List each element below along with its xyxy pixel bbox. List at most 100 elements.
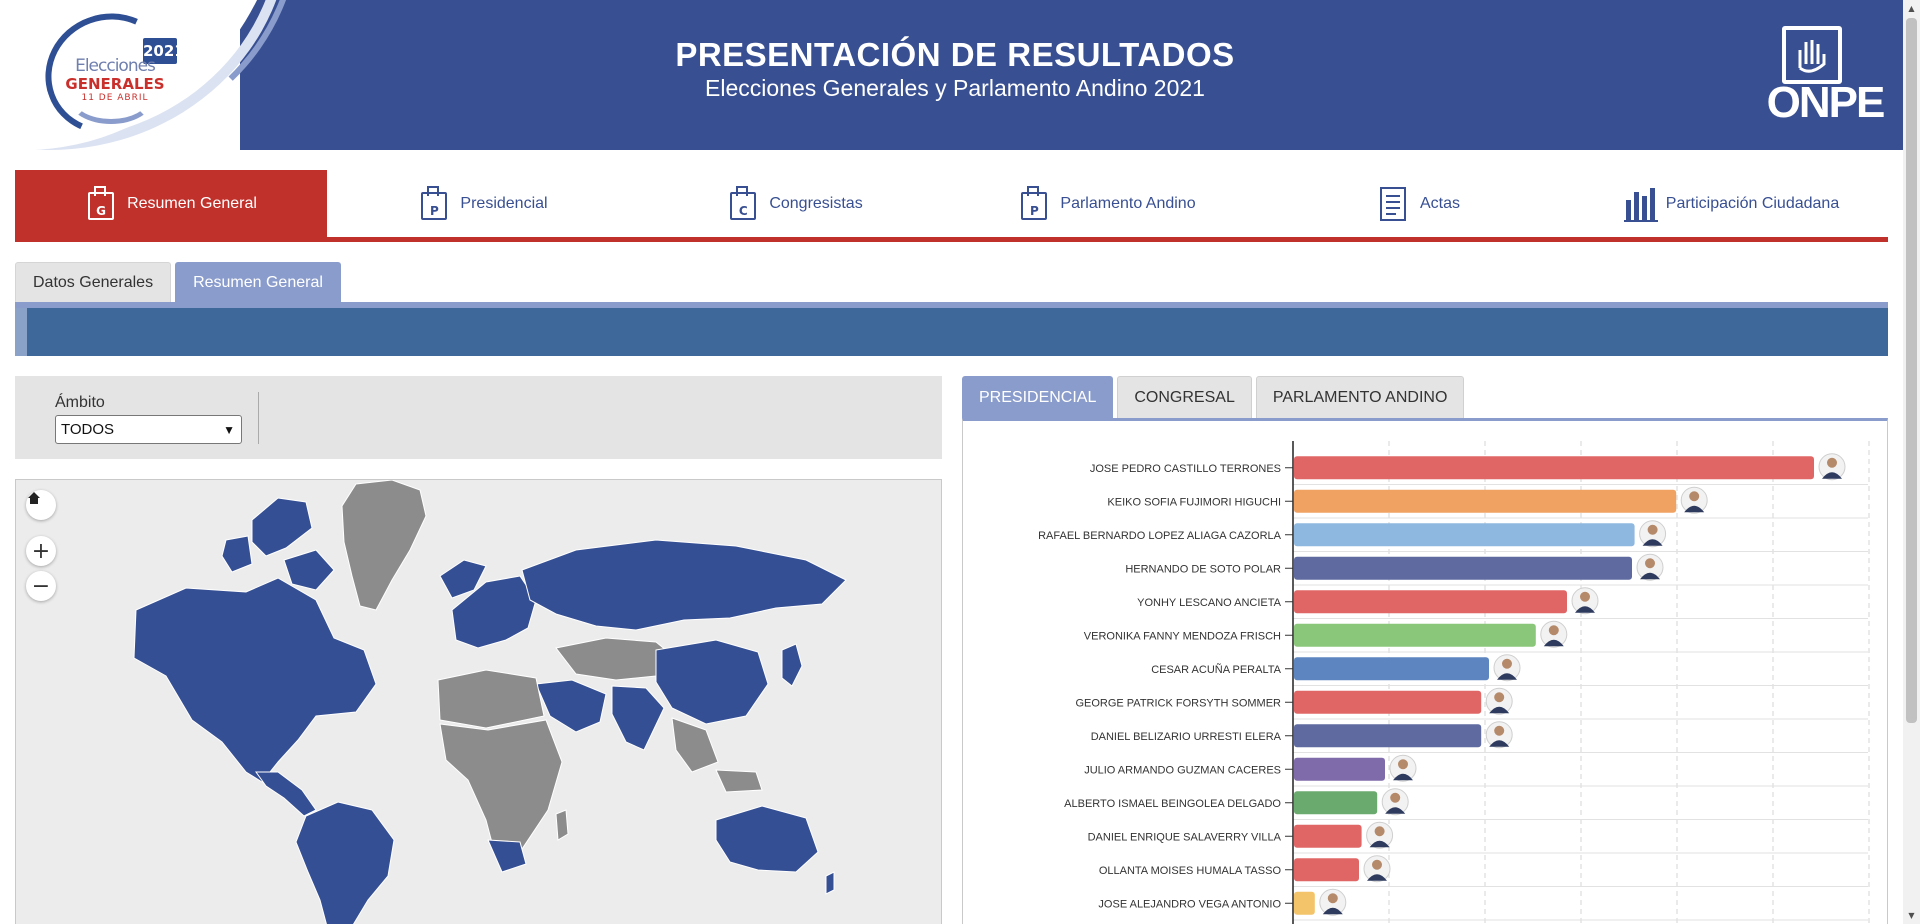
hand-icon (1798, 40, 1826, 73)
section-banner (15, 308, 1888, 356)
chevron-down-icon: ▼ (223, 423, 235, 437)
tab-parlamento-andino[interactable]: PARLAMENTO ANDINO (1255, 376, 1465, 418)
map-region-north-america (133, 577, 377, 783)
onpe-logo[interactable]: ONPE (1760, 26, 1892, 127)
nav-label: Parlamento Andino (1060, 194, 1196, 212)
ballot-box-icon: C (727, 185, 757, 222)
map-region-madagascar (555, 809, 569, 841)
category-label: RAFAEL BERNARDO LOPEZ ALIAGA CAZORLA (1038, 530, 1282, 542)
category-label: HERNANDO DE SOTO POLAR (1125, 563, 1281, 575)
zoom-out-button[interactable]: − (26, 571, 56, 601)
tab-datos-generales[interactable]: Datos Generales (15, 262, 172, 302)
map-region-russia (521, 539, 847, 631)
nav-resumen-general[interactable]: G Resumen General (15, 170, 327, 237)
map-region-central-america (255, 771, 317, 817)
bar (1294, 791, 1378, 815)
ballot-box-icon: P (418, 185, 448, 222)
map-region-canada-arctic (221, 497, 335, 591)
category-label: VERONIKA FANNY MENDOZA FRISCH (1084, 630, 1281, 642)
scroll-up-icon[interactable]: ▲ (1903, 0, 1920, 17)
bar (1294, 556, 1632, 580)
bar (1294, 489, 1677, 513)
sub-tabs: Datos Generales Resumen General (15, 262, 345, 302)
avatar-head (1548, 625, 1559, 636)
avatar-head (1327, 893, 1338, 904)
nav-presidencial[interactable]: P Presidencial (327, 170, 639, 237)
category-label: OLLANTA MOISES HUMALA TASSO (1099, 865, 1282, 877)
scroll-thumb[interactable] (1906, 18, 1917, 723)
category-label: DANIEL ENRIQUE SALAVERRY VILLA (1088, 831, 1282, 843)
page: 2021 Elecciones GENERALES 11 DE ABRIL PR… (0, 0, 1920, 924)
avatar-head (1494, 692, 1505, 703)
nav-congresistas[interactable]: C Congresistas (639, 170, 951, 237)
avatar-head (1494, 725, 1505, 736)
logo-line2: GENERALES (65, 75, 165, 93)
nav-actas[interactable]: Actas (1263, 170, 1575, 237)
world-map[interactable]: + − (15, 479, 942, 924)
avatar-head (1374, 826, 1385, 837)
ambito-label: Ámbito (55, 394, 105, 411)
nav-label: Actas (1419, 194, 1460, 212)
bar-chart-icon (1623, 186, 1658, 222)
tab-resumen-general[interactable]: Resumen General (175, 262, 341, 302)
bar (1294, 757, 1385, 781)
category-label: YONHY LESCANO ANCIETA (1137, 597, 1282, 609)
category-label: GEORGE PATRICK FORSYTH SOMMER (1075, 697, 1281, 709)
bar (1294, 590, 1567, 614)
map-region-southeast-asia (671, 717, 763, 793)
avatar-head (1390, 792, 1401, 803)
world-map-svg (133, 480, 847, 924)
map-region-europe (439, 559, 537, 649)
zoom-in-button[interactable]: + (26, 536, 56, 566)
bar (1294, 456, 1814, 480)
results-chart-svg: JOSE PEDRO CASTILLO TERRONES KEIKO SOFIA … (1038, 441, 1870, 924)
map-region-greenland (341, 480, 427, 611)
nav-label: Presidencial (460, 194, 548, 212)
map-region-australia (715, 805, 819, 873)
page-scrollbar[interactable]: ▲ ▼ (1903, 0, 1920, 924)
map-region-africa (439, 719, 563, 859)
main-nav: G Resumen General P Presidencial C Congr… (15, 170, 1888, 242)
ballot-hand-icon (1782, 26, 1842, 84)
ambito-select[interactable]: TODOS ▼ (55, 415, 242, 444)
avatar-head (1645, 558, 1655, 569)
bar (1294, 623, 1536, 647)
map-region-east-asia (655, 639, 769, 725)
avatar-head (1689, 491, 1700, 502)
ballot-box-icon: G (85, 185, 115, 222)
ballot-box-icon: P (1018, 185, 1048, 222)
map-region-south-america (295, 801, 395, 924)
nav-parlamento-andino[interactable]: P Parlamento Andino (951, 170, 1263, 237)
logo-line1: Elecciones (75, 56, 156, 76)
category-label: CESAR ACUÑA PERALTA (1151, 663, 1281, 676)
nav-label: Participación Ciudadana (1665, 194, 1840, 212)
category-label: ALBERTO ISMAEL BEINGOLEA DELGADO (1064, 798, 1281, 810)
bar (1294, 657, 1489, 681)
onpe-wordmark: ONPE (1766, 78, 1886, 127)
filter-divider (258, 392, 259, 444)
actas-icon (1378, 186, 1408, 222)
avatar-head (1827, 457, 1837, 468)
tab-presidencial[interactable]: PRESIDENCIAL (962, 376, 1114, 418)
nav-label: Congresistas (769, 194, 863, 212)
map-region-india (611, 685, 665, 751)
bar (1294, 724, 1482, 748)
ambito-selected-value: TODOS (61, 421, 115, 438)
map-region-japan (781, 643, 803, 687)
bar (1294, 824, 1362, 848)
chart-tabs: PRESIDENCIAL CONGRESAL PARLAMENTO ANDINO (962, 376, 1468, 418)
category-label: JOSE ALEJANDRO VEGA ANTONIO (1098, 898, 1281, 910)
scroll-down-icon[interactable]: ▼ (1903, 907, 1920, 924)
category-label: JULIO ARMANDO GUZMAN CACERES (1084, 764, 1281, 776)
nav-participacion-ciudadana[interactable]: Participación Ciudadana (1575, 170, 1888, 237)
avatar-head (1580, 591, 1590, 602)
results-chart: JOSE PEDRO CASTILLO TERRONES KEIKO SOFIA … (962, 418, 1888, 924)
tab-congresal[interactable]: CONGRESAL (1117, 376, 1252, 418)
header: 2021 Elecciones GENERALES 11 DE ABRIL PR… (0, 0, 1903, 150)
page-subtitle: Elecciones Generales y Parlamento Andino… (705, 75, 1205, 101)
elecciones-logo[interactable]: 2021 Elecciones GENERALES 11 DE ABRIL (28, 0, 190, 150)
home-icon[interactable] (26, 490, 56, 520)
category-label: JOSE PEDRO CASTILLO TERRONES (1090, 463, 1281, 475)
nav-label: Resumen General (127, 194, 257, 212)
map-region-southern-africa (487, 839, 527, 873)
